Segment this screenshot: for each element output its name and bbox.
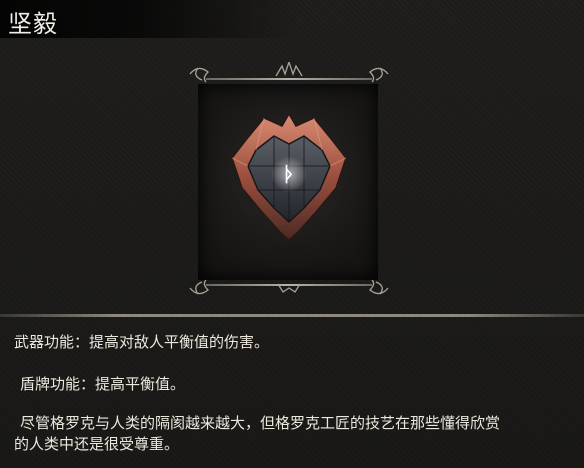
item-image-frame: ᚦ xyxy=(186,62,392,298)
shield-effect-text: 盾牌功能：提高平衡值。 xyxy=(20,375,186,393)
item-detail-panel: 坚毅 ᚦ 武器功能：提高对敌人平衡值的伤害。 盾牌功能：提高平衡值。 尽管格罗克… xyxy=(0,0,584,468)
item-title: 坚毅 xyxy=(8,10,58,38)
lore-text-line2: 的人类中还是很受尊重。 xyxy=(14,435,180,453)
title-bar: 坚毅 xyxy=(0,0,300,38)
weapon-effect-text: 武器功能：提高对敌人平衡值的伤害。 xyxy=(14,333,270,351)
rune-glyph: ᚦ xyxy=(283,162,295,186)
shield-rune-icon: ᚦ xyxy=(231,112,347,242)
section-divider xyxy=(0,314,584,317)
lore-text-line1: 尽管格罗克与人类的隔阂越来越大，但格罗克工匠的技艺在那些懂得欣赏 xyxy=(20,414,501,432)
